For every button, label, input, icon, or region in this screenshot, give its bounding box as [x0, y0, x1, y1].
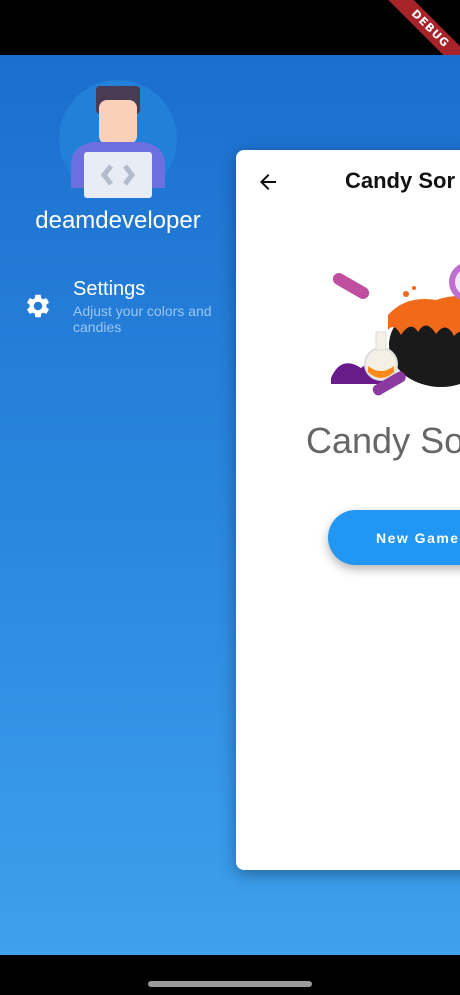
gear-icon	[27, 294, 49, 318]
new-game-button[interactable]: New Game	[328, 510, 460, 565]
developer-avatar-icon	[71, 86, 165, 198]
settings-title: Settings	[73, 278, 146, 300]
game-title: Candy So	[306, 420, 460, 461]
home-indicator[interactable]	[148, 981, 312, 987]
app-bar-title: Candy Sor	[345, 168, 456, 193]
main-screen-card: Candy Sor Candy So New Game	[236, 150, 460, 870]
back-arrow-icon[interactable]	[256, 170, 280, 194]
drawer-item-settings[interactable]: Settings Adjust your colors and candies	[20, 278, 220, 338]
candy-cauldron-illustration	[331, 264, 460, 396]
avatar	[59, 80, 177, 198]
settings-subtitle: Adjust your colors and candies	[73, 303, 212, 335]
username: deamdeveloper	[35, 207, 201, 234]
system-navigation-bar	[0, 955, 460, 995]
status-bar	[0, 0, 460, 55]
